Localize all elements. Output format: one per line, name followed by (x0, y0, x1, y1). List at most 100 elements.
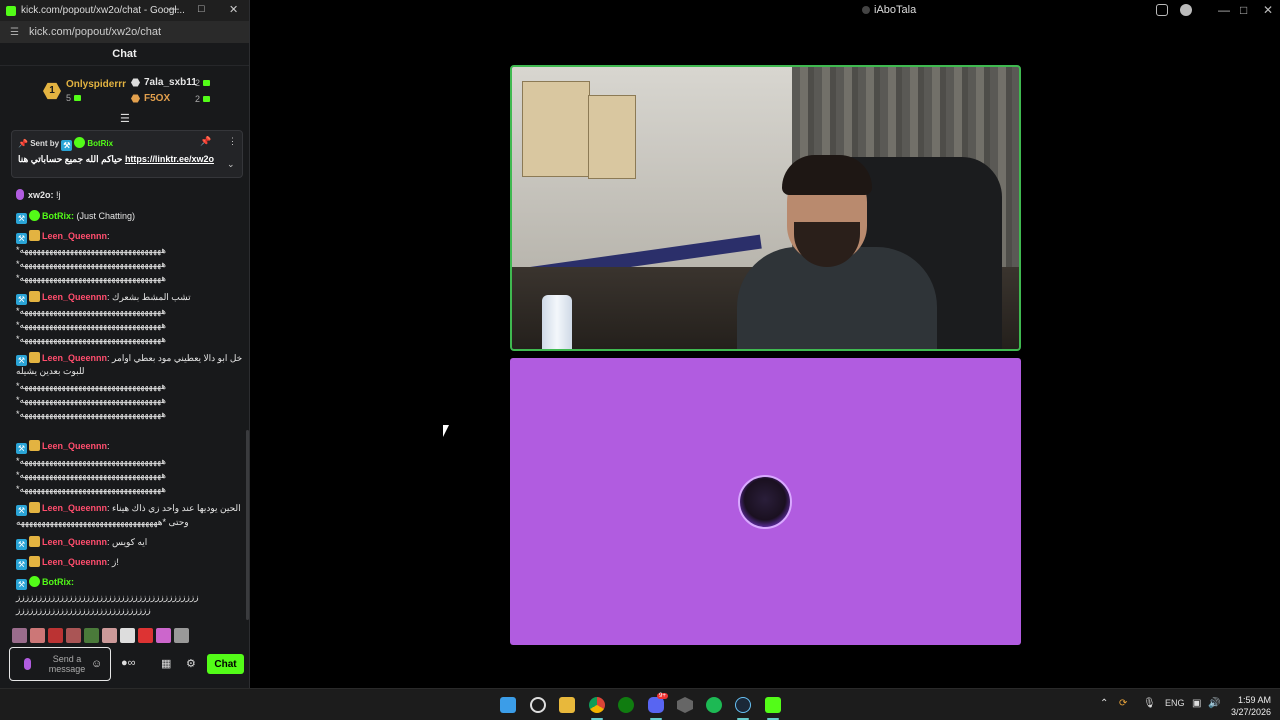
language-indicator[interactable]: ENG (1165, 698, 1185, 708)
emote[interactable] (84, 628, 99, 643)
more-options-icon[interactable]: ⋮ (228, 136, 237, 147)
wanted-poster-sanji (588, 95, 636, 179)
start-icon[interactable] (500, 697, 516, 713)
leaderboard-name-1[interactable]: Onlyspiderrr (66, 79, 126, 90)
microphone-icon[interactable]: 🎙 (1143, 698, 1156, 709)
store-icon[interactable]: ▦ (161, 657, 171, 670)
moderator-icon: ⚒ (16, 233, 27, 244)
wanted-poster-luffy (522, 81, 590, 177)
discord-icon[interactable] (648, 697, 664, 713)
chat-input[interactable]: Send a message ☺ (9, 647, 111, 681)
chat-message: ⚒ Leen_Queennn: خل ابو دالا يعطيني مود بع… (16, 352, 243, 366)
maximize-icon[interactable]: □ (198, 3, 205, 15)
emote[interactable] (156, 628, 171, 643)
close-icon[interactable]: ✕ (229, 3, 238, 16)
search-icon[interactable] (530, 697, 546, 713)
leaderboard-name-3[interactable]: F5OX (144, 93, 170, 104)
leaderboard-count-3: 2 (195, 94, 211, 104)
popup-title: kick.com/popout/xw2o/chat - Googl... (21, 5, 185, 16)
leaderboard-count-1: 5 (66, 93, 82, 103)
volume-icon[interactable]: 🔊 (1208, 698, 1220, 709)
inbox-icon[interactable] (1156, 4, 1168, 16)
avatar-video-tile[interactable] (510, 358, 1021, 645)
help-icon[interactable] (1180, 4, 1192, 16)
sync-icon[interactable]: ⟳ (1119, 698, 1127, 709)
chat-message-line: *ههههههههههههههههههههههههههههههههههه (16, 470, 166, 480)
pinned-link[interactable]: https://linktr.ee/xw2o (125, 154, 214, 164)
moderator-icon: ⚒ (16, 355, 27, 366)
pin-icon[interactable]: 📌 (200, 136, 211, 147)
chat-message-line: *ههههههههههههههههههههههههههههههههههه (16, 334, 166, 344)
moderator-icon: ⚒ (16, 213, 27, 224)
mic-badge-icon (16, 189, 24, 200)
emote[interactable] (138, 628, 153, 643)
speaker-icon (862, 6, 870, 14)
background-window-title: iAboTala (862, 4, 916, 16)
mic-icon (24, 658, 31, 670)
chat-message: ⚒ BotRix: (Just Chatting) (16, 210, 136, 224)
moderator-icon: ⚒ (61, 140, 73, 151)
chat-message-line: ززززززززززززززززززززززززززززززز (16, 605, 151, 615)
steam-icon[interactable] (735, 697, 751, 713)
crown-icon (29, 502, 40, 513)
verified-icon (29, 576, 40, 587)
chat-popup-window: kick.com/popout/xw2o/chat - Googl... — □… (0, 0, 250, 688)
moderator-icon: ⚒ (16, 443, 27, 454)
emote[interactable] (102, 628, 117, 643)
chat-message: ⚒ Leen_Queennn: ز! (16, 556, 119, 570)
moderator-icon: ⚒ (16, 505, 27, 516)
emote[interactable] (174, 628, 189, 643)
crown-icon (29, 230, 40, 241)
chrome-icon[interactable] (589, 697, 605, 713)
site-info-icon[interactable]: ☰ (10, 27, 19, 38)
expand-leaderboard-icon[interactable]: ☰ (120, 112, 130, 125)
chevron-up-icon[interactable]: ⌃ (1100, 698, 1108, 709)
chat-message-line: *ههههههههههههههههههههههههههههههههههه (16, 320, 166, 330)
xbox-icon[interactable] (618, 697, 634, 713)
chat-scrollbar[interactable] (246, 430, 249, 620)
chat-message: ⚒ Leen_Queennn: الحين يوديها عند واحد زي … (16, 502, 241, 516)
chat-message-line: *ههههههههههههههههههههههههههههههههههه (16, 409, 166, 419)
chat-message: ⚒ BotRix: (16, 576, 74, 590)
leaderboard-name-2[interactable]: 7ala_sxb11 (144, 77, 197, 88)
network-icon[interactable]: ▣ (1192, 698, 1201, 709)
emoji-icon[interactable]: ☺ (91, 658, 102, 670)
send-chat-button[interactable]: Chat (207, 654, 244, 674)
kick-favicon-icon (6, 5, 16, 16)
clock-time: 1:59 AM (1237, 695, 1271, 705)
pinned-message: 📌 Sent by ⚒ BotRix 📌 ⋮ حياكم الله جميع حس… (11, 130, 243, 178)
settings-icon[interactable]: ⚙ (186, 657, 196, 670)
crown-icon (29, 440, 40, 451)
url-text: kick.com/popout/xw2o/chat (28, 26, 162, 38)
chat-messages[interactable]: xw2o: !j ⚒ BotRix: (Just Chatting) ⚒ Leen_… (0, 182, 246, 622)
unity-icon[interactable] (677, 697, 693, 713)
maximize-icon[interactable]: □ (1240, 3, 1247, 17)
chat-message: ⚒ Leen_Queennn: ايه كويس (16, 536, 148, 550)
emote[interactable] (48, 628, 63, 643)
leaderboard-count-2: 2 (195, 78, 211, 88)
emote[interactable] (30, 628, 45, 643)
chevron-down-icon[interactable]: ⌄ (227, 159, 235, 170)
spotify-icon[interactable] (706, 697, 722, 713)
close-icon[interactable]: ✕ (1263, 3, 1273, 17)
address-bar[interactable]: ☰ kick.com/popout/xw2o/chat (0, 21, 249, 43)
clock-date: 3/27/2026 (1230, 707, 1271, 717)
taskbar: 9+ ⌃ ⟳ 🎙 ENG ▣ 🔊 1:59 AM 3/27/2026 (0, 688, 1280, 720)
emote[interactable] (12, 628, 27, 643)
chat-message: ⚒ Leen_Queennn: (16, 230, 110, 244)
water-bottle (542, 295, 572, 349)
webcam-video-tile[interactable] (510, 65, 1021, 351)
file-explorer-icon[interactable] (559, 697, 575, 713)
minimize-icon[interactable]: — (168, 3, 179, 15)
crown-icon (29, 556, 40, 567)
minimize-icon[interactable]: — (1218, 3, 1230, 17)
kick-app-icon[interactable] (765, 697, 781, 713)
crown-icon (29, 536, 40, 547)
emote[interactable] (66, 628, 81, 643)
rank-2-icon (131, 78, 140, 87)
emote[interactable] (120, 628, 135, 643)
moderator-icon: ⚒ (16, 539, 27, 550)
clock[interactable]: 1:59 AM 3/27/2026 (1226, 694, 1271, 718)
avatar (738, 475, 792, 529)
kicks-icon[interactable]: ●∞ (121, 657, 136, 669)
